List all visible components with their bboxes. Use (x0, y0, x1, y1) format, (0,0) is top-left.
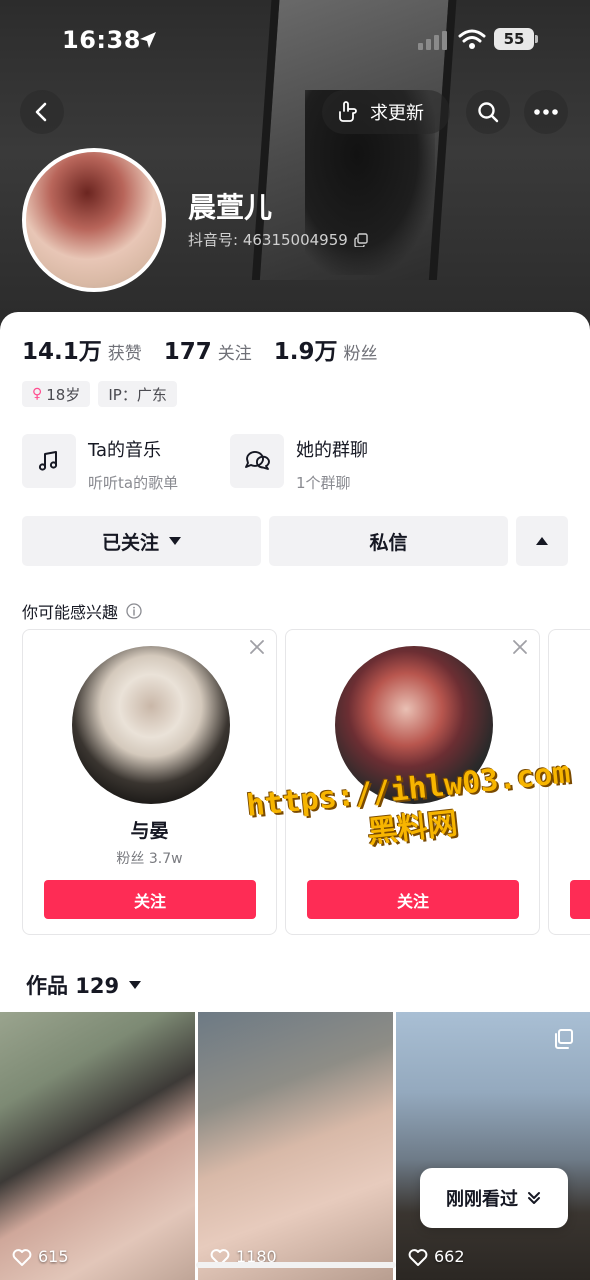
tile-likes: 615 (12, 1247, 69, 1266)
caret-down-icon (129, 981, 142, 989)
stat-following[interactable]: 177 关注 (164, 339, 252, 365)
works-grid: 615 1180 662 (0, 1012, 590, 1280)
copy-icon[interactable] (354, 232, 368, 247)
group-icon-box (230, 434, 284, 488)
profile-name: 晨萱儿 (188, 191, 273, 224)
music-note-icon (38, 451, 58, 471)
status-time: 16:38 (62, 26, 141, 54)
age-tag: ♀ 18岁 (22, 381, 91, 407)
video-tile[interactable]: 662 (396, 1012, 590, 1280)
suggestion-name: 与晏 (130, 820, 169, 842)
cellular-signal-icon (418, 31, 447, 50)
close-icon[interactable] (511, 638, 529, 656)
recently-viewed-label: 刚刚看过 (446, 1189, 518, 1210)
expand-button[interactable] (516, 516, 568, 566)
wifi-icon (458, 29, 486, 49)
group-chat-subtitle: 1个群聊 (296, 474, 351, 492)
search-button[interactable] (466, 90, 510, 134)
music-icon-box (22, 434, 76, 488)
more-button[interactable] (524, 90, 568, 134)
stat-following-label: 关注 (217, 344, 252, 364)
group-chat-title: 她的群聊 (296, 440, 368, 461)
stat-followers-label: 粉丝 (343, 344, 378, 364)
caret-up-icon (536, 537, 548, 545)
multi-image-icon (555, 1029, 573, 1049)
heart-icon (408, 1248, 428, 1266)
suggestion-avatar[interactable] (72, 646, 230, 804)
tile-likes-count: 662 (434, 1247, 465, 1266)
request-update-button[interactable]: 求更新 (322, 90, 450, 134)
stat-following-num: 177 (163, 339, 212, 365)
works-header[interactable]: 作品 129 (26, 970, 142, 1000)
suggestion-follow-button-partial[interactable] (570, 880, 590, 919)
group-chat-entry[interactable]: 她的群聊 1个群聊 (230, 434, 368, 493)
stat-followers[interactable]: 1.9万 粉丝 (274, 332, 378, 366)
location-arrow-icon (140, 32, 156, 48)
music-entry-title: Ta的音乐 (88, 440, 162, 461)
suggestions-title-text: 你可能感兴趣 (22, 603, 119, 622)
caret-down-icon (169, 537, 181, 545)
pointing-hand-icon (339, 101, 357, 122)
stat-likes-num: 14.1万 (22, 339, 102, 365)
battery-tip (535, 35, 538, 43)
stat-followers-num: 1.9万 (273, 339, 338, 365)
profile-id[interactable]: 抖音号: 46315004959 (188, 229, 368, 250)
close-icon[interactable] (248, 638, 266, 656)
request-update-label: 求更新 (370, 103, 424, 124)
chat-bubbles-icon (245, 451, 270, 470)
heart-icon (12, 1248, 32, 1266)
suggestions-title: 你可能感兴趣 (22, 599, 142, 623)
back-button[interactable] (20, 90, 64, 134)
battery-level: 55 (494, 28, 534, 50)
recently-viewed-button[interactable]: 刚刚看过 (420, 1168, 568, 1228)
ip-tag: IP：广东 (98, 381, 177, 407)
suggestion-follow-button[interactable]: 关注 (44, 880, 256, 919)
music-entry-subtitle: 听听ta的歌单 (88, 474, 179, 492)
home-indicator[interactable] (196, 1262, 396, 1268)
message-button[interactable]: 私信 (269, 516, 508, 566)
tile-likes-count: 615 (38, 1247, 69, 1266)
double-chevron-down-icon (528, 1192, 540, 1204)
profile-card: 14.1万 获赞 177 关注 1.9万 粉丝 ♀ 18岁 IP：广东 Ta的音… (0, 312, 590, 1280)
video-tile[interactable]: 615 (0, 1012, 195, 1280)
tile-likes: 662 (408, 1247, 465, 1266)
female-icon: ♀ (32, 386, 43, 402)
ip-tag-text: IP：广东 (108, 385, 167, 404)
profile-tags: ♀ 18岁 IP：广东 (22, 381, 177, 407)
status-bar: 16:38 55 (0, 0, 590, 80)
video-tile[interactable]: 1180 (198, 1012, 393, 1280)
more-dots-icon (534, 109, 558, 115)
suggestion-follow-button[interactable]: 关注 (307, 880, 519, 919)
stat-likes-label: 获赞 (107, 344, 142, 364)
chevron-left-icon (35, 102, 47, 122)
profile-actions: 已关注 私信 (22, 516, 568, 566)
profile-header: 16:38 55 求更新 晨萱儿 抖音号: 46315004959 (0, 0, 590, 340)
info-icon[interactable] (126, 603, 142, 619)
profile-avatar[interactable] (22, 148, 166, 292)
music-entry-text: Ta的音乐 听听ta的歌单 (88, 434, 178, 493)
battery-indicator: 55 (494, 28, 538, 50)
followed-button[interactable]: 已关注 (22, 516, 261, 566)
profile-stats: 14.1万 获赞 177 关注 1.9万 粉丝 (22, 332, 378, 366)
suggestion-card[interactable]: 与晏 粉丝 3.7w 关注 (22, 629, 277, 935)
followed-label: 已关注 (101, 531, 159, 554)
music-entry[interactable]: Ta的音乐 听听ta的歌单 (22, 434, 178, 493)
works-title: 作品 129 (26, 974, 120, 998)
group-chat-text: 她的群聊 1个群聊 (296, 434, 368, 493)
age-tag-text: 18岁 (46, 385, 81, 404)
suggestion-fans: 粉丝 3.7w (116, 851, 183, 867)
stat-likes[interactable]: 14.1万 获赞 (22, 332, 142, 366)
search-icon (478, 102, 499, 123)
message-label: 私信 (369, 531, 408, 554)
profile-id-text: 抖音号: 46315004959 (188, 231, 348, 249)
